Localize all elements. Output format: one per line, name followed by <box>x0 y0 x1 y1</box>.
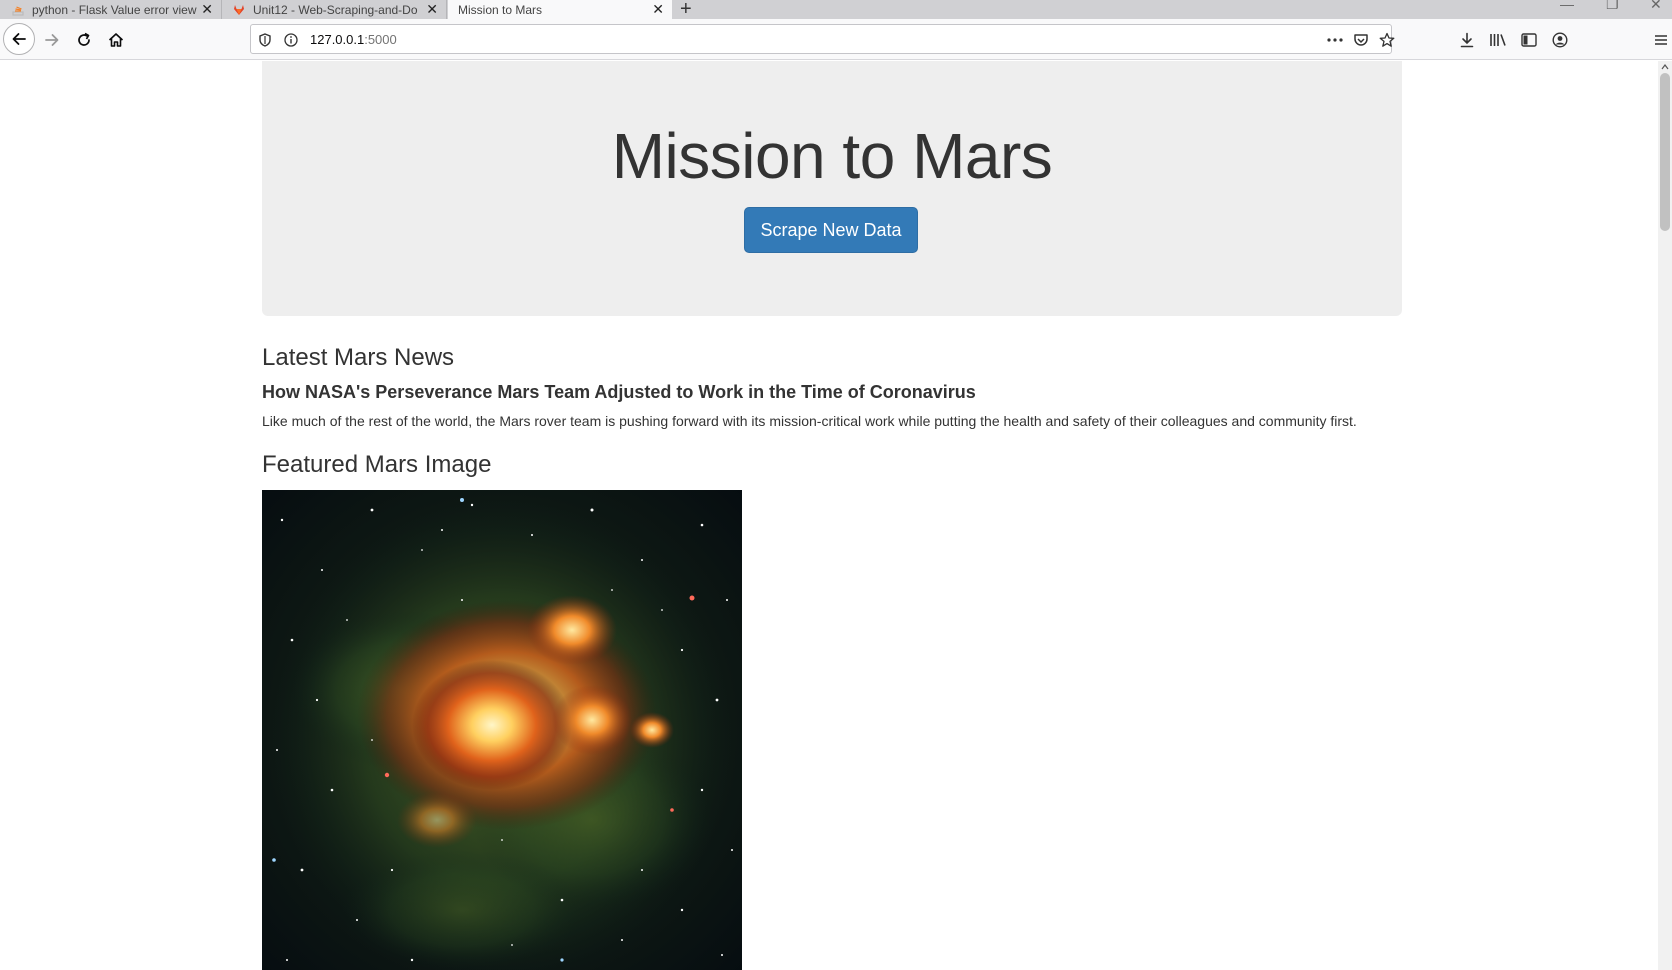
home-button[interactable] <box>101 26 131 54</box>
page-viewport: Mission to Mars Scrape New Data Latest M… <box>0 61 1672 970</box>
new-tab-icon[interactable]: + <box>680 0 692 21</box>
news-title: How NASA's Perseverance Mars Team Adjust… <box>262 382 976 402</box>
scrollbar-thumb[interactable] <box>1660 73 1670 231</box>
restore-icon[interactable]: ❐ <box>1606 0 1619 13</box>
url-host: 127.0.0.1 <box>310 32 365 47</box>
close-tab-icon[interactable]: ✕ <box>201 1 213 18</box>
tab-label: python - Flask Value error view <box>32 2 197 17</box>
page-actions-icon[interactable] <box>1325 30 1345 50</box>
tab-mission-to-mars[interactable]: Mission to Mars ✕ <box>448 0 672 19</box>
menu-icon[interactable] <box>1650 29 1672 51</box>
news-paragraph: Like much of the rest of the world, the … <box>262 413 1357 429</box>
url-port: :5000 <box>364 32 397 47</box>
home-icon <box>108 33 124 47</box>
jumbotron: Mission to Mars <box>262 61 1402 316</box>
scrape-new-data-button[interactable]: Scrape New Data <box>744 207 918 253</box>
navigation-toolbar: 127.0.0.1:5000 <box>0 19 1672 60</box>
tab-flask-error[interactable]: python - Flask Value error view ✕ <box>0 0 222 19</box>
address-bar[interactable]: 127.0.0.1:5000 <box>250 24 1395 54</box>
tab-label: Unit12 - Web-Scraping-and-Do <box>253 2 418 17</box>
page-scrollbar[interactable] <box>1658 61 1672 970</box>
tab-label: Mission to Mars <box>458 2 543 17</box>
tab-strip: python - Flask Value error view ✕ Unit12… <box>0 0 1672 21</box>
news-heading: Latest Mars News <box>262 344 455 371</box>
reload-icon <box>78 32 90 46</box>
sidebar-icon[interactable] <box>1518 29 1540 51</box>
downloads-icon[interactable] <box>1456 29 1478 51</box>
tracking-shield-icon[interactable] <box>255 30 275 50</box>
forward-button[interactable] <box>37 26 67 54</box>
minimize-icon[interactable]: — <box>1560 0 1574 12</box>
featured-mars-image[interactable] <box>262 490 742 970</box>
back-button[interactable] <box>3 23 35 55</box>
bookmark-star-icon[interactable] <box>1377 30 1397 50</box>
reload-button[interactable] <box>69 26 99 54</box>
account-icon[interactable] <box>1549 29 1571 51</box>
close-tab-icon[interactable]: ✕ <box>426 1 438 18</box>
scroll-up-arrow-icon[interactable] <box>1661 63 1669 71</box>
stackoverflow-icon <box>12 5 24 16</box>
gitlab-icon <box>234 4 244 15</box>
back-arrow-icon <box>12 33 26 45</box>
close-tab-icon[interactable]: ✕ <box>652 1 664 18</box>
url-text[interactable]: 127.0.0.1:5000 <box>310 32 397 47</box>
library-icon[interactable] <box>1487 29 1509 51</box>
site-info-icon[interactable] <box>281 30 301 50</box>
nebula-image <box>262 490 742 970</box>
featured-image-heading: Featured Mars Image <box>262 451 492 478</box>
page-title: Mission to Mars <box>611 120 1053 192</box>
pocket-icon[interactable] <box>1351 30 1371 50</box>
forward-arrow-icon <box>45 34 59 46</box>
tab-gitlab-unit12[interactable]: Unit12 - Web-Scraping-and-Do ✕ <box>223 0 447 19</box>
window-close-icon[interactable]: ✕ <box>1650 0 1662 13</box>
